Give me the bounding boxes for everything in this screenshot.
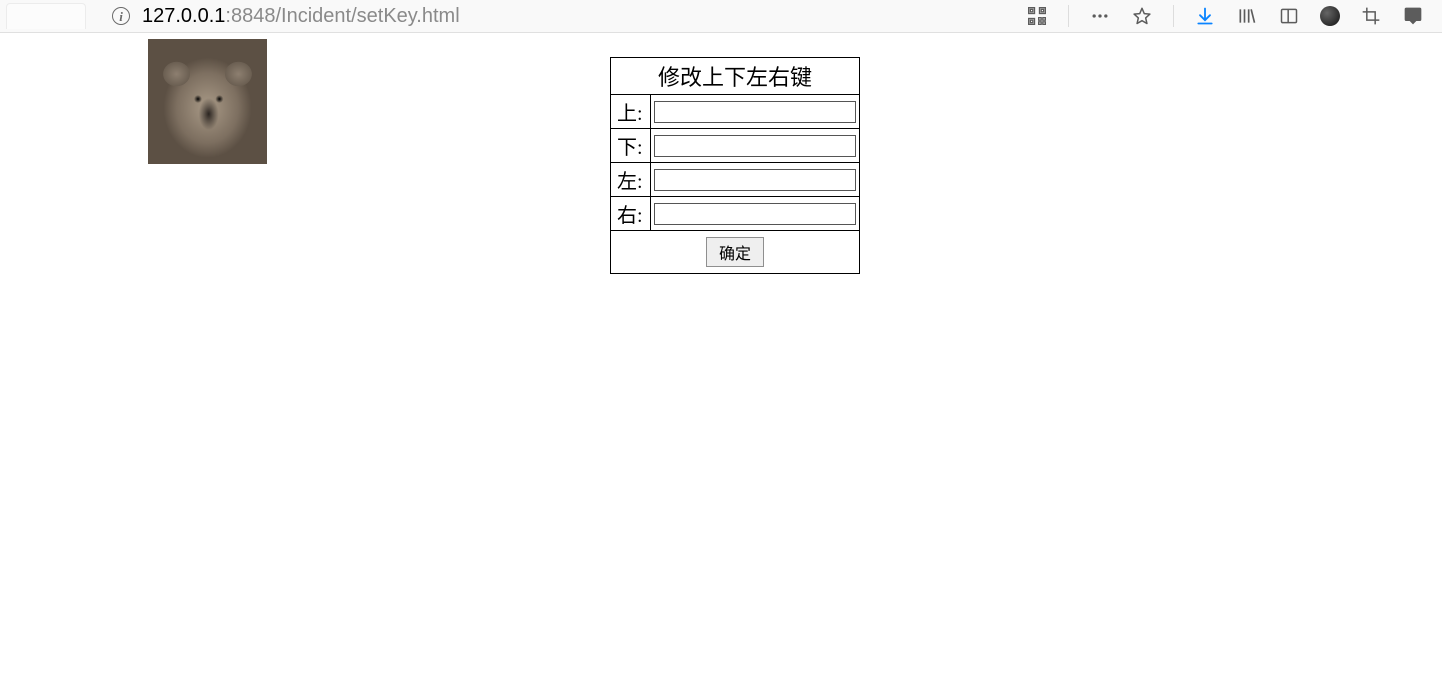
- left-label: 左:: [611, 163, 651, 197]
- table-row: 左:: [611, 163, 860, 197]
- chat-icon[interactable]: [1402, 5, 1424, 27]
- table-row: 下:: [611, 129, 860, 163]
- table-header-row: 修改上下左右键: [611, 58, 860, 95]
- library-icon[interactable]: [1236, 5, 1258, 27]
- page-content: 修改上下左右键 上: 下: 左: 右: 确定: [0, 33, 1442, 687]
- submit-row: 确定: [611, 231, 860, 274]
- down-label: 下:: [611, 129, 651, 163]
- table-title: 修改上下左右键: [611, 58, 860, 95]
- qr-icon[interactable]: [1026, 5, 1048, 27]
- toolbar-separator-2: [1173, 5, 1174, 27]
- browser-tab[interactable]: [6, 3, 86, 29]
- url-port: :8848: [225, 5, 275, 27]
- site-info-icon[interactable]: i: [112, 7, 130, 25]
- down-input[interactable]: [654, 135, 856, 157]
- toolbar-right: [1026, 5, 1436, 27]
- right-label: 右:: [611, 197, 651, 231]
- browser-toolbar: i 127.0.0.1:8848/Incident/setKey.html: [0, 0, 1442, 33]
- right-input[interactable]: [654, 203, 856, 225]
- crop-icon[interactable]: [1360, 5, 1382, 27]
- toolbar-separator: [1068, 5, 1069, 27]
- url-path: /Incident/setKey.html: [275, 5, 459, 27]
- key-config-table: 修改上下左右键 上: 下: 左: 右: 确定: [610, 57, 860, 274]
- confirm-button[interactable]: 确定: [706, 237, 764, 267]
- up-input[interactable]: [654, 101, 856, 123]
- sidebar-icon[interactable]: [1278, 5, 1300, 27]
- up-label: 上:: [611, 95, 651, 129]
- table-row: 上:: [611, 95, 860, 129]
- url-host: 127.0.0.1: [142, 5, 225, 27]
- table-row: 右:: [611, 197, 860, 231]
- bookmark-star-icon[interactable]: [1131, 5, 1153, 27]
- page-actions-icon[interactable]: [1089, 5, 1111, 27]
- download-icon[interactable]: [1194, 5, 1216, 27]
- koala-image[interactable]: [148, 39, 267, 164]
- url-bar[interactable]: 127.0.0.1:8848/Incident/setKey.html: [140, 5, 1022, 28]
- profile-avatar-icon[interactable]: [1320, 6, 1340, 26]
- left-input[interactable]: [654, 169, 856, 191]
